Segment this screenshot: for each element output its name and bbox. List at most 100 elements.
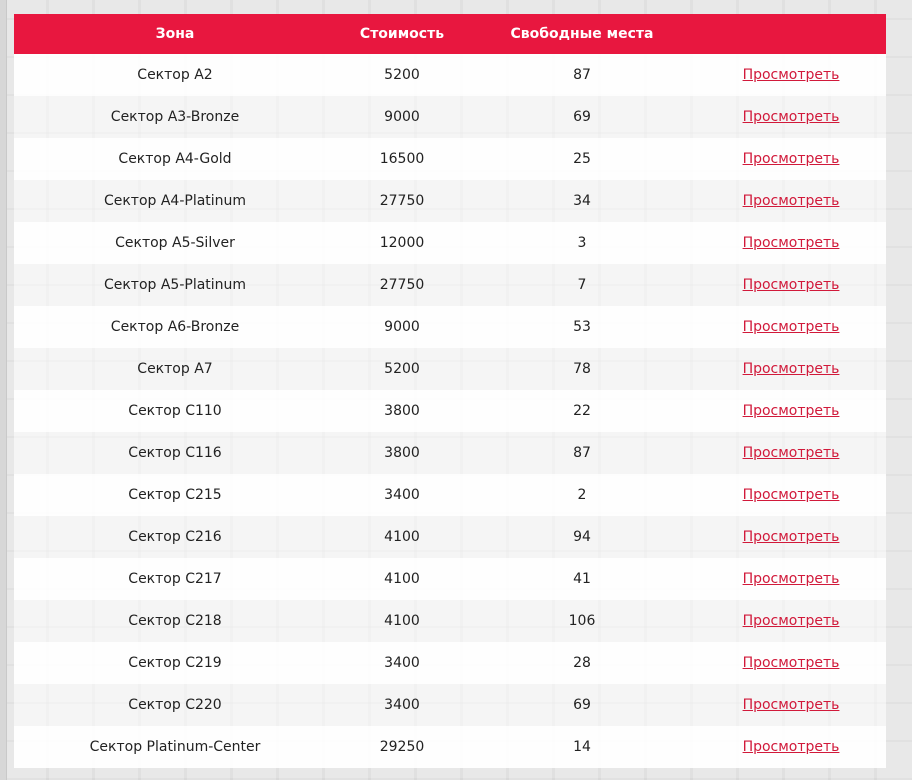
view-link[interactable]: Просмотреть	[743, 613, 840, 629]
view-link[interactable]: Просмотреть	[743, 235, 840, 251]
free-seats-cell: 94	[573, 529, 591, 545]
zone-cell: Сектор Platinum-Center	[89, 739, 261, 755]
table-row: Сектор A5-Silver 12000 3 Просмотреть	[14, 222, 886, 264]
view-cell: Просмотреть	[696, 642, 886, 684]
table-row: Сектор C218 4100 106 Просмотреть	[14, 600, 886, 642]
sectors-table: Зона Стоимость Свободные места Сектор A2…	[14, 14, 886, 768]
price-cell: 5200	[384, 67, 420, 83]
view-link[interactable]: Просмотреть	[743, 529, 840, 545]
view-link[interactable]: Просмотреть	[743, 277, 840, 293]
free-seats-cell: 3	[577, 235, 587, 251]
zone-cell: Сектор A4-Gold	[118, 151, 232, 167]
view-cell: Просмотреть	[696, 474, 886, 516]
view-cell: Просмотреть	[696, 138, 886, 180]
table-row: Сектор C217 4100 41 Просмотреть	[14, 558, 886, 600]
view-link[interactable]: Просмотреть	[743, 67, 840, 83]
view-cell: Просмотреть	[696, 96, 886, 138]
zone-cell: Сектор C217	[128, 571, 222, 587]
header-zone: Зона	[155, 26, 195, 42]
zone-cell: Сектор A2	[137, 67, 213, 83]
view-link[interactable]: Просмотреть	[743, 151, 840, 167]
zone-cell: Сектор A3-Bronze	[110, 109, 240, 125]
price-cell: 29250	[379, 739, 425, 755]
price-cell: 27750	[379, 193, 425, 209]
view-cell: Просмотреть	[696, 264, 886, 306]
zone-cell: Сектор C216	[128, 529, 222, 545]
price-cell: 3400	[384, 697, 420, 713]
price-cell: 4100	[384, 571, 420, 587]
zone-cell: Сектор A5-Platinum	[103, 277, 247, 293]
view-link[interactable]: Просмотреть	[743, 739, 840, 755]
table-row: Сектор C215 3400 2 Просмотреть	[14, 474, 886, 516]
scroll-rail[interactable]	[0, 0, 7, 780]
table-row: Сектор C216 4100 94 Просмотреть	[14, 516, 886, 558]
view-link[interactable]: Просмотреть	[743, 193, 840, 209]
view-cell: Просмотреть	[696, 180, 886, 222]
price-cell: 9000	[384, 109, 420, 125]
view-cell: Просмотреть	[696, 726, 886, 768]
price-cell: 3400	[384, 487, 420, 503]
price-cell: 5200	[384, 361, 420, 377]
view-link[interactable]: Просмотреть	[743, 655, 840, 671]
view-cell: Просмотреть	[696, 54, 886, 96]
free-seats-cell: 69	[573, 109, 591, 125]
zone-cell: Сектор C218	[128, 613, 222, 629]
price-cell: 9000	[384, 319, 420, 335]
header-action	[696, 14, 886, 54]
free-seats-cell: 25	[573, 151, 591, 167]
price-cell: 4100	[384, 613, 420, 629]
table-header-row: Зона Стоимость Свободные места	[14, 14, 886, 54]
free-seats-cell: 53	[573, 319, 591, 335]
zone-cell: Сектор C220	[128, 697, 222, 713]
price-cell: 16500	[379, 151, 425, 167]
price-cell: 4100	[384, 529, 420, 545]
free-seats-cell: 28	[573, 655, 591, 671]
view-cell: Просмотреть	[696, 432, 886, 474]
view-cell: Просмотреть	[696, 306, 886, 348]
zone-cell: Сектор C116	[128, 445, 222, 461]
view-link[interactable]: Просмотреть	[743, 319, 840, 335]
zone-cell: Сектор A4-Platinum	[103, 193, 247, 209]
view-cell: Просмотреть	[696, 684, 886, 726]
view-link[interactable]: Просмотреть	[743, 487, 840, 503]
view-link[interactable]: Просмотреть	[743, 403, 840, 419]
zone-cell: Сектор A6-Bronze	[110, 319, 240, 335]
price-cell: 3800	[384, 445, 420, 461]
zone-cell: Сектор C219	[128, 655, 222, 671]
free-seats-cell: 78	[573, 361, 591, 377]
view-link[interactable]: Просмотреть	[743, 109, 840, 125]
price-cell: 3400	[384, 655, 420, 671]
table-row: Сектор A7 5200 78 Просмотреть	[14, 348, 886, 390]
view-link[interactable]: Просмотреть	[743, 571, 840, 587]
header-seats: Свободные места	[510, 26, 654, 42]
view-link[interactable]: Просмотреть	[743, 361, 840, 377]
free-seats-cell: 34	[573, 193, 591, 209]
view-link[interactable]: Просмотреть	[743, 697, 840, 713]
free-seats-cell: 22	[573, 403, 591, 419]
table-row: Сектор A4-Gold 16500 25 Просмотреть	[14, 138, 886, 180]
view-link[interactable]: Просмотреть	[743, 445, 840, 461]
table-row: Сектор A2 5200 87 Просмотреть	[14, 54, 886, 96]
header-price: Стоимость	[359, 26, 445, 42]
free-seats-cell: 7	[577, 277, 587, 293]
table-row: Сектор Platinum-Center 29250 14 Просмотреть	[14, 726, 886, 768]
table-row: Сектор C110 3800 22 Просмотреть	[14, 390, 886, 432]
zone-cell: Сектор A5-Silver	[115, 235, 235, 251]
price-cell: 27750	[379, 277, 425, 293]
free-seats-cell: 87	[573, 445, 591, 461]
free-seats-cell: 69	[573, 697, 591, 713]
sectors-table-container: Зона Стоимость Свободные места Сектор A2…	[14, 14, 886, 768]
table-row: Сектор C219 3400 28 Просмотреть	[14, 642, 886, 684]
view-cell: Просмотреть	[696, 600, 886, 642]
table-row: Сектор A4-Platinum 27750 34 Просмотреть	[14, 180, 886, 222]
table-row: Сектор A3-Bronze 9000 69 Просмотреть	[14, 96, 886, 138]
free-seats-cell: 14	[573, 739, 591, 755]
price-cell: 3800	[384, 403, 420, 419]
free-seats-cell: 106	[568, 613, 596, 629]
view-cell: Просмотреть	[696, 222, 886, 264]
table-row: Сектор A6-Bronze 9000 53 Просмотреть	[14, 306, 886, 348]
table-row: Сектор A5-Platinum 27750 7 Просмотреть	[14, 264, 886, 306]
zone-cell: Сектор C110	[128, 403, 222, 419]
table-body: Сектор A2 5200 87 Просмотреть Сектор A3-Bron…	[14, 54, 886, 768]
zone-cell: Сектор C215	[128, 487, 222, 503]
